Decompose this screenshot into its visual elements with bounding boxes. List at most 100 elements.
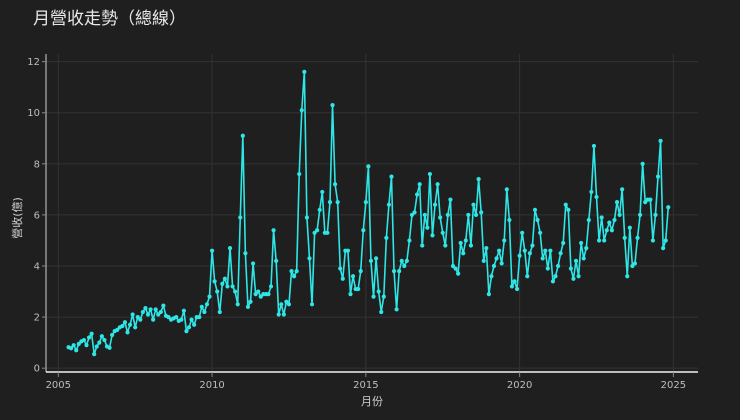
data-point	[507, 217, 512, 223]
data-point	[217, 309, 222, 315]
data-point	[394, 307, 399, 312]
data-point	[425, 225, 430, 230]
data-point	[271, 228, 276, 233]
data-point	[589, 189, 594, 195]
data-point	[189, 317, 194, 322]
data-point	[230, 284, 235, 289]
data-point	[74, 348, 79, 353]
data-point	[463, 238, 468, 243]
data-point	[440, 230, 445, 235]
data-point	[596, 238, 602, 243]
data-point	[422, 212, 427, 218]
data-point	[350, 274, 356, 279]
data-point	[276, 312, 281, 317]
data-point	[625, 274, 630, 279]
data-point	[381, 294, 386, 299]
chart-title: 月營收走勢（總線）	[33, 9, 186, 29]
x-tick-label: 2005	[46, 380, 71, 391]
data-point	[499, 261, 504, 266]
data-point	[640, 161, 645, 166]
data-point	[371, 294, 376, 299]
data-point	[532, 207, 538, 212]
data-point	[627, 225, 632, 230]
data-point	[502, 238, 507, 243]
data-point	[581, 256, 586, 261]
data-point	[415, 192, 420, 197]
data-point	[386, 202, 392, 207]
data-point	[548, 248, 553, 253]
data-point	[330, 102, 335, 108]
data-point	[514, 286, 520, 292]
data-point	[509, 284, 515, 289]
data-point	[591, 143, 597, 149]
y-tick-label: 2	[34, 313, 40, 324]
data-point	[94, 344, 99, 349]
data-point	[199, 304, 204, 309]
data-point	[289, 269, 294, 274]
data-point	[309, 302, 315, 307]
data-point	[579, 240, 584, 246]
data-point	[550, 279, 556, 284]
data-point	[361, 228, 366, 233]
y-axis-ticks: 0 2 4 6 8 10 12	[27, 57, 46, 375]
data-point	[527, 251, 532, 256]
data-point	[604, 228, 609, 233]
data-point	[143, 306, 148, 311]
data-point	[530, 243, 535, 248]
data-point	[417, 182, 422, 187]
data-point	[286, 302, 292, 307]
data-point	[545, 266, 550, 271]
data-point	[233, 289, 238, 294]
data-point	[435, 182, 440, 187]
data-point	[220, 281, 225, 286]
data-point	[391, 269, 397, 274]
data-point	[655, 174, 661, 179]
data-point	[363, 200, 368, 205]
data-point	[202, 309, 207, 315]
data-point	[238, 215, 243, 220]
data-point	[212, 279, 217, 284]
data-point	[599, 215, 604, 220]
data-point	[281, 312, 286, 317]
x-axis-label: 月份	[361, 395, 383, 408]
data-point	[243, 251, 248, 256]
data-point	[573, 258, 579, 263]
data-point	[650, 238, 655, 243]
data-point	[407, 238, 412, 243]
data-point	[489, 274, 494, 279]
y-tick-label: 0	[34, 364, 40, 375]
data-point	[130, 312, 135, 317]
data-point	[666, 205, 671, 210]
data-point	[92, 352, 97, 357]
data-point	[540, 256, 545, 261]
data-point	[614, 200, 620, 205]
data-point	[266, 292, 271, 297]
data-point	[427, 171, 433, 177]
y-tick-label: 10	[27, 108, 40, 119]
data-point	[399, 258, 404, 263]
data-point	[345, 248, 351, 253]
data-point	[612, 217, 617, 223]
data-point	[586, 217, 591, 223]
data-point	[99, 334, 104, 339]
data-point	[215, 289, 220, 294]
data-point	[430, 233, 435, 238]
data-point	[445, 212, 450, 218]
data-point	[497, 248, 502, 253]
data-point	[158, 309, 163, 315]
data-point	[71, 343, 76, 348]
data-point	[379, 309, 384, 315]
y-tick-label: 12	[27, 57, 40, 68]
y-axis-label: 營收(億)	[10, 197, 24, 239]
data-point	[302, 69, 307, 74]
data-point	[504, 187, 509, 192]
data-point	[471, 202, 476, 207]
data-point	[517, 253, 522, 258]
data-point	[607, 220, 612, 225]
data-point	[317, 207, 322, 212]
data-point	[174, 314, 179, 320]
data-point	[512, 279, 517, 284]
data-point	[397, 269, 402, 274]
data-point	[140, 309, 145, 315]
data-point	[197, 314, 202, 320]
